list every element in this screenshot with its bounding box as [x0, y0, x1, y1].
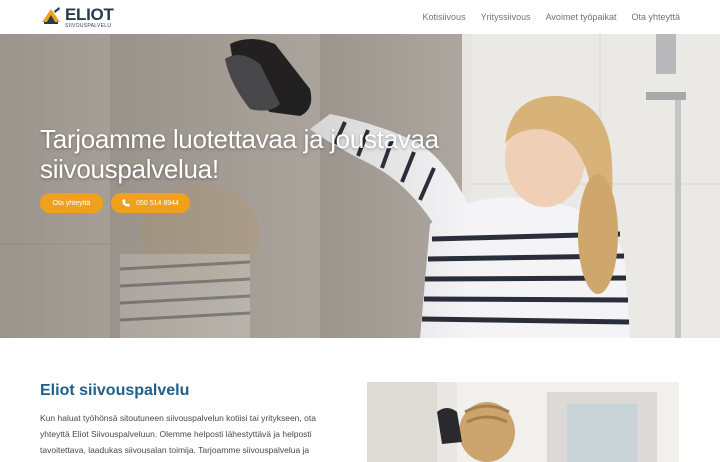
nav-item-avoimet-tyopaikat[interactable]: Avoimet työpaikat: [546, 12, 617, 22]
nav-item-kotisiivous[interactable]: Kotisiivous: [423, 12, 466, 22]
phone-button-label: 050 514 8944: [136, 199, 179, 207]
intro-text: Kun haluat työhönsä sitoutuneen siivousp…: [40, 413, 316, 455]
nav-item-yrityssiivous[interactable]: Yrityssiivous: [481, 12, 531, 22]
logo-tagline: SIIVOUSPALVELU: [65, 22, 112, 29]
logo-name: ELIOT: [65, 4, 114, 24]
hero-title: Tarjoamme luotettavaa ja joustavaa siivo…: [40, 124, 439, 184]
logo-mark-icon: [42, 7, 60, 24]
phone-icon: [122, 199, 130, 207]
logo[interactable]: ELIOT SIIVOUSPALVELU: [40, 6, 114, 29]
intro-photo: [367, 382, 679, 462]
hero-overlay: [0, 34, 720, 338]
intro-section: Eliot siivouspalvelu Kun haluat työhönsä…: [0, 338, 720, 462]
intro-title: Eliot siivouspalvelu: [40, 382, 190, 399]
hero-section: Tarjoamme luotettavaa ja joustavaa siivo…: [0, 34, 720, 338]
contact-button[interactable]: Ota yhteyttä: [40, 193, 103, 213]
site-header: ELIOT SIIVOUSPALVELU Kotisiivous Yrityss…: [0, 0, 720, 34]
phone-button[interactable]: 050 514 8944: [111, 193, 190, 213]
nav-item-ota-yhteytta[interactable]: Ota yhteyttä: [631, 12, 680, 22]
contact-button-label: Ota yhteyttä: [52, 199, 91, 207]
main-nav: Kotisiivous Yrityssiivous Avoimet työpai…: [423, 12, 680, 22]
